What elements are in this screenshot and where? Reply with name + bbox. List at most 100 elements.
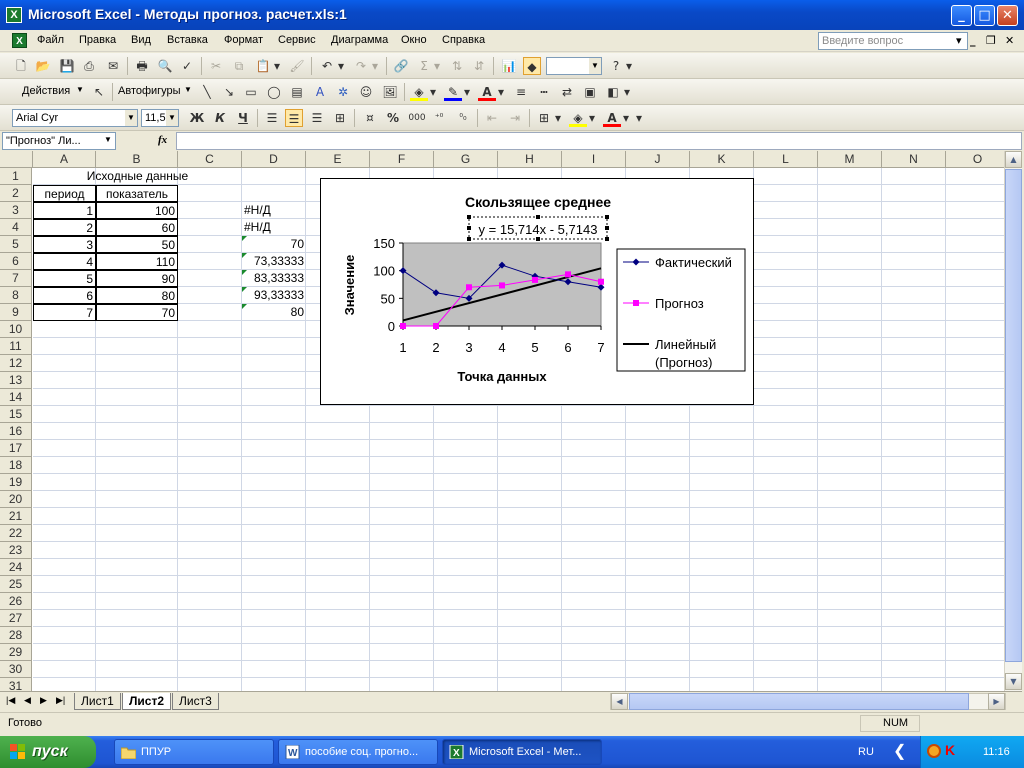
chevron-down-icon[interactable]: ▾ xyxy=(272,57,282,75)
print-icon[interactable]: 🖶 xyxy=(133,57,151,75)
cell-forecast[interactable]: 80 xyxy=(242,304,306,321)
maximize-button[interactable]: □ xyxy=(974,5,995,26)
menu-tools[interactable]: Сервис xyxy=(278,34,316,46)
row-header[interactable]: 19 xyxy=(0,474,32,491)
row-header[interactable]: 1 xyxy=(0,168,32,185)
tab-sheet1[interactable]: Лист1 xyxy=(74,693,121,710)
row-header[interactable]: 6 xyxy=(0,253,32,270)
cell-period[interactable]: 7 xyxy=(33,304,96,321)
drawing-icon[interactable]: ◆ xyxy=(523,57,541,75)
sort-desc-icon[interactable]: ⇵ xyxy=(470,57,488,75)
textbox-icon[interactable]: ▤ xyxy=(288,83,306,101)
cell-period[interactable]: 5 xyxy=(33,270,96,287)
scroll-up-button[interactable]: ▲ xyxy=(1005,151,1022,168)
tab-sheet3[interactable]: Лист3 xyxy=(172,693,219,710)
column-header[interactable]: D xyxy=(242,151,306,168)
row-header[interactable]: 5 xyxy=(0,236,32,253)
row-header[interactable]: 18 xyxy=(0,457,32,474)
align-left-icon[interactable]: ☰ xyxy=(263,109,281,127)
doc-minimize-button[interactable]: _ xyxy=(970,34,976,47)
menu-format[interactable]: Формат xyxy=(224,34,263,46)
chevron-down-icon[interactable]: ▾ xyxy=(553,109,563,127)
column-header[interactable]: K xyxy=(690,151,754,168)
font-color-icon[interactable]: A xyxy=(603,109,621,127)
chevron-down-icon[interactable]: ▼ xyxy=(184,85,192,94)
row-header[interactable]: 23 xyxy=(0,542,32,559)
row-header[interactable]: 4 xyxy=(0,219,32,236)
menu-help[interactable]: Справка xyxy=(442,34,485,46)
row-header[interactable]: 13 xyxy=(0,372,32,389)
chevron-down-icon[interactable]: ▼ xyxy=(104,135,112,144)
align-center-icon[interactable]: ☰ xyxy=(285,109,303,127)
cell-forecast[interactable]: 70 xyxy=(242,236,306,253)
borders-icon[interactable]: ⊞ xyxy=(535,109,553,127)
row-header[interactable]: 16 xyxy=(0,423,32,440)
select-objects-icon[interactable]: ↖ xyxy=(90,83,108,101)
cell-period[interactable]: 4 xyxy=(33,253,96,270)
row-header[interactable]: 12 xyxy=(0,355,32,372)
fill-color-icon[interactable]: ◈ xyxy=(569,109,587,127)
clipart-icon[interactable]: ☺ xyxy=(357,83,375,101)
save-icon[interactable]: 💾 xyxy=(58,57,76,75)
insert-function-button[interactable]: fx xyxy=(158,134,167,146)
row-header[interactable]: 31 xyxy=(0,678,32,691)
percent-button[interactable]: % xyxy=(384,109,402,127)
row-header[interactable]: 11 xyxy=(0,338,32,355)
row-header[interactable]: 14 xyxy=(0,389,32,406)
row-header[interactable]: 25 xyxy=(0,576,32,593)
cell-period[interactable]: 3 xyxy=(33,236,96,253)
chevron-down-icon[interactable]: ▾ xyxy=(428,83,438,101)
chevron-down-icon[interactable]: ▾ xyxy=(432,57,442,75)
help-icon[interactable]: ? xyxy=(607,57,625,75)
horizontal-scrollbar[interactable]: ◀ ▶ xyxy=(610,693,1006,710)
chart-object[interactable]: Скользящее среднее 0 50 100 150 1 2 3 4 5 6 7 Точка … xyxy=(320,178,754,405)
cell-value[interactable]: 80 xyxy=(96,287,178,304)
italic-button[interactable]: К xyxy=(211,109,229,127)
column-header[interactable]: L xyxy=(754,151,818,168)
cell-forecast[interactable]: #Н/Д xyxy=(242,202,306,219)
doc-restore-button[interactable]: ❐ xyxy=(986,34,996,47)
open-icon[interactable]: 📂 xyxy=(34,57,52,75)
arrow-style-icon[interactable]: ⇄ xyxy=(558,83,576,101)
line-icon[interactable]: ╲ xyxy=(198,83,216,101)
first-sheet-icon[interactable]: |◀ xyxy=(6,695,15,706)
chevron-down-icon[interactable]: ▾ xyxy=(956,34,962,47)
menu-window[interactable]: Окно xyxy=(401,34,427,46)
font-color-icon[interactable]: A xyxy=(478,83,496,101)
row-header[interactable]: 3 xyxy=(0,202,32,219)
font-size-combo[interactable]: 11,5 ▼ xyxy=(141,109,179,127)
email-icon[interactable]: ✉ xyxy=(104,57,122,75)
oval-icon[interactable]: ◯ xyxy=(265,83,283,101)
picture-icon[interactable]: 🖼 xyxy=(381,83,399,101)
column-header[interactable]: I xyxy=(562,151,626,168)
spelling-icon[interactable]: ✓ xyxy=(178,57,196,75)
column-header[interactable]: H xyxy=(498,151,562,168)
vertical-scrollbar[interactable]: ▲ ▼ xyxy=(1004,151,1022,691)
column-header[interactable]: G xyxy=(434,151,498,168)
line-color-icon[interactable]: ✎ xyxy=(444,83,462,101)
chevron-down-icon[interactable]: ▾ xyxy=(622,83,632,101)
row-header[interactable]: 24 xyxy=(0,559,32,576)
menu-file[interactable]: Файл xyxy=(37,34,64,46)
row-header[interactable]: 29 xyxy=(0,644,32,661)
title-bar[interactable]: X Microsoft Excel - Методы прогноз. расч… xyxy=(0,0,1024,30)
arrow-icon[interactable]: ↘ xyxy=(220,83,238,101)
scroll-down-button[interactable]: ▼ xyxy=(1005,673,1022,690)
row-header[interactable]: 17 xyxy=(0,440,32,457)
increase-decimal-icon[interactable]: ⁺⁰ xyxy=(430,109,448,127)
cell-header-period[interactable]: период xyxy=(33,185,96,202)
redo-icon[interactable]: ↷ xyxy=(352,57,370,75)
horizontal-scroll-thumb[interactable] xyxy=(629,693,969,710)
autosum-icon[interactable]: Σ xyxy=(415,57,433,75)
antivirus-icon[interactable]: K xyxy=(945,742,955,758)
cell-title[interactable]: Исходные данные xyxy=(33,168,242,185)
autoshapes-menu[interactable]: Автофигуры xyxy=(118,85,181,97)
last-sheet-icon[interactable]: ▶| xyxy=(56,695,65,706)
3d-icon[interactable]: ◧ xyxy=(604,83,622,101)
print-preview-icon[interactable]: 🔍 xyxy=(156,57,174,75)
tray-app-icon[interactable] xyxy=(927,744,941,758)
rectangle-icon[interactable]: ▭ xyxy=(242,83,260,101)
chevron-down-icon[interactable]: ▾ xyxy=(462,83,472,101)
cell-value[interactable]: 110 xyxy=(96,253,178,270)
formula-input[interactable] xyxy=(176,132,1022,150)
